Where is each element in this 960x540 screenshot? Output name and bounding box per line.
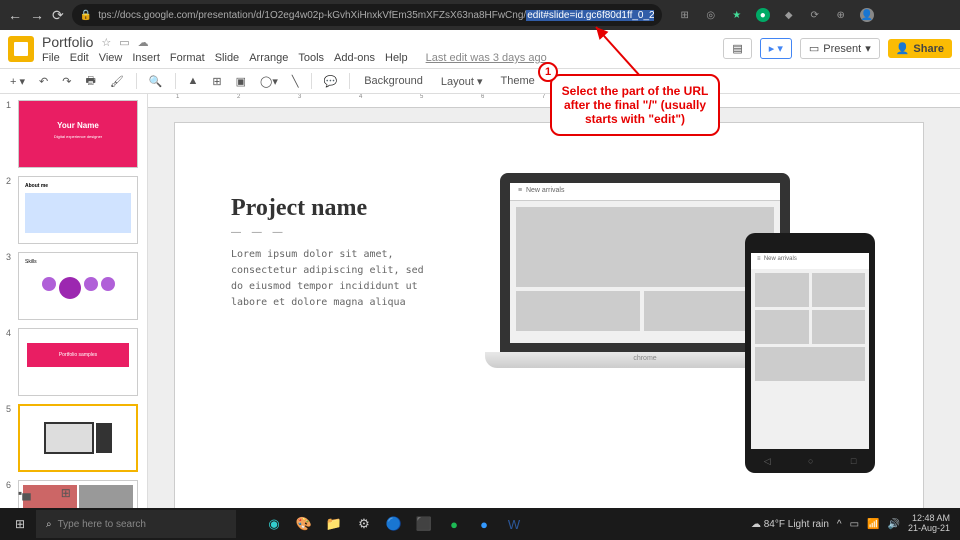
- url-bar[interactable]: 🔒 tps://docs.google.com/presentation/d/1…: [72, 4, 662, 26]
- ext-icon[interactable]: ⊕: [834, 8, 848, 22]
- chrome-icon[interactable]: 🔵: [380, 510, 408, 538]
- edge-icon[interactable]: ◉: [260, 510, 288, 538]
- toolbar: + ▾ ↶ ↷ 🖶 🖌 🔍 ▲ ⊞ ▣ ◯▾ ╲ 💬 Background La…: [0, 68, 960, 94]
- grid-view-icon[interactable]: ⊞: [61, 486, 71, 500]
- thumbnail-3[interactable]: Skills: [18, 252, 138, 320]
- browser-chrome-bar: ← → ⟳ 🔒 tps://docs.google.com/presentati…: [0, 0, 960, 30]
- office-icon[interactable]: ⬛: [410, 510, 438, 538]
- forward-icon[interactable]: →: [30, 7, 44, 23]
- menu-edit[interactable]: Edit: [70, 52, 89, 64]
- menu-format[interactable]: Format: [170, 52, 205, 64]
- app-icon[interactable]: 🎨: [290, 510, 318, 538]
- view-toggle: ▪▄ ⊞: [12, 480, 77, 506]
- explorer-icon[interactable]: 📁: [320, 510, 348, 538]
- ext-icon[interactable]: ⟳: [808, 8, 822, 22]
- thumbnail-5[interactable]: [18, 404, 138, 472]
- google-slides-app: Portfolio ☆ ▭ ☁ File Edit View Insert Fo…: [0, 30, 960, 508]
- ext-icon[interactable]: ⊞: [678, 8, 692, 22]
- paint-button[interactable]: 🖌: [106, 73, 128, 90]
- slide-thumbnails: 1Your NameDigital experience designer 2A…: [0, 94, 148, 508]
- menu-tools[interactable]: Tools: [298, 52, 324, 64]
- app-icon[interactable]: ●: [470, 510, 498, 538]
- thumbnail-4[interactable]: Portfolio samples: [18, 328, 138, 396]
- menu-file[interactable]: File: [42, 52, 60, 64]
- weather-widget[interactable]: ☁ 84°F Light rain: [751, 519, 829, 530]
- canvas-area: 1 2 3 4 5 6 7 8 9 Project name — — — Lor…: [148, 94, 960, 508]
- volume-icon[interactable]: 🔊: [888, 519, 900, 530]
- theme-button[interactable]: Theme: [495, 73, 541, 89]
- ext-icon[interactable]: ◎: [704, 8, 718, 22]
- slide-body-text[interactable]: Lorem ipsum dolor sit amet, consectetur …: [231, 247, 431, 311]
- slide-divider: — — —: [231, 227, 287, 238]
- spotify-icon[interactable]: ●: [440, 510, 468, 538]
- thumbnail-2[interactable]: About me: [18, 176, 138, 244]
- annotation-arrow: [586, 22, 706, 82]
- cloud-icon[interactable]: ☁: [138, 36, 149, 49]
- clock[interactable]: 12:48 AM21-Aug-21: [908, 514, 950, 534]
- select-tool[interactable]: ▲: [184, 73, 203, 89]
- image-tool[interactable]: ▣: [232, 73, 250, 90]
- annotation-callout: 1 Select the part of the URL after the f…: [550, 74, 720, 136]
- share-button[interactable]: 👤 Share: [888, 39, 952, 58]
- comments-button[interactable]: ▤: [723, 38, 751, 59]
- print-button[interactable]: 🖶: [81, 70, 99, 93]
- undo-button[interactable]: ↶: [35, 73, 52, 90]
- move-icon[interactable]: ▭: [119, 36, 129, 49]
- slide-title[interactable]: Project name: [231, 195, 367, 222]
- background-button[interactable]: Background: [358, 73, 429, 89]
- filmstrip-view-icon[interactable]: ▪▄: [18, 486, 31, 500]
- comment-tool[interactable]: 💬: [320, 73, 342, 90]
- ext-icon[interactable]: ◆: [782, 8, 796, 22]
- layout-button[interactable]: Layout ▾: [435, 73, 489, 90]
- settings-icon[interactable]: ⚙: [350, 510, 378, 538]
- menu-slide[interactable]: Slide: [215, 52, 239, 64]
- last-edit-text[interactable]: Last edit was 3 days ago: [426, 52, 547, 64]
- wifi-icon[interactable]: 📶: [867, 519, 879, 530]
- new-slide-button[interactable]: + ▾: [6, 73, 29, 90]
- menu-insert[interactable]: Insert: [132, 52, 160, 64]
- menu-view[interactable]: View: [99, 52, 123, 64]
- textbox-tool[interactable]: ⊞: [208, 73, 225, 90]
- document-title[interactable]: Portfolio: [42, 34, 93, 50]
- phone-mockup: ≡ New arrivals ◁○□: [745, 233, 875, 473]
- menu-arrange[interactable]: Arrange: [249, 52, 288, 64]
- app-header: Portfolio ☆ ▭ ☁ File Edit View Insert Fo…: [0, 30, 960, 68]
- slides-logo-icon[interactable]: [8, 36, 34, 62]
- taskbar-search[interactable]: ⌕Type here to search: [36, 510, 236, 538]
- search-icon: ⌕: [46, 519, 52, 530]
- shape-tool[interactable]: ◯▾: [256, 73, 282, 90]
- lock-icon: 🔒: [80, 10, 92, 21]
- url-text: tps://docs.google.com/presentation/d/1O2…: [98, 10, 654, 21]
- ext-icon[interactable]: ●: [756, 8, 770, 22]
- zoom-button[interactable]: 🔍: [145, 73, 167, 90]
- star-icon[interactable]: ★: [730, 8, 744, 22]
- word-icon[interactable]: W: [500, 510, 528, 538]
- windows-taskbar: ⊞ ⌕Type here to search ◉ 🎨 📁 ⚙ 🔵 ⬛ ● ● W…: [0, 508, 960, 540]
- reload-icon[interactable]: ⟳: [52, 7, 64, 24]
- thumbnail-1[interactable]: Your NameDigital experience designer: [18, 100, 138, 168]
- slideshow-button[interactable]: ▸ ▾: [760, 38, 792, 59]
- menu-addons[interactable]: Add-ons: [334, 52, 375, 64]
- start-button[interactable]: ⊞: [4, 508, 36, 540]
- annotation-text: Select the part of the URL after the fin…: [562, 84, 709, 126]
- avatar-icon[interactable]: 👤: [860, 8, 874, 22]
- back-icon[interactable]: ←: [8, 7, 22, 23]
- battery-icon[interactable]: ▭: [850, 519, 859, 530]
- menu-help[interactable]: Help: [385, 52, 408, 64]
- star-icon[interactable]: ☆: [101, 36, 111, 49]
- redo-button[interactable]: ↷: [58, 73, 75, 90]
- tray-chevron-icon[interactable]: ^: [837, 519, 842, 530]
- line-tool[interactable]: ╲: [288, 73, 303, 90]
- present-button[interactable]: ▭ Present ▾: [800, 38, 880, 59]
- slide-canvas[interactable]: Project name — — — Lorem ipsum dolor sit…: [174, 122, 924, 508]
- annotation-number: 1: [538, 62, 558, 82]
- extension-icons: ⊞ ◎ ★ ● ◆ ⟳ ⊕ 👤: [678, 8, 874, 22]
